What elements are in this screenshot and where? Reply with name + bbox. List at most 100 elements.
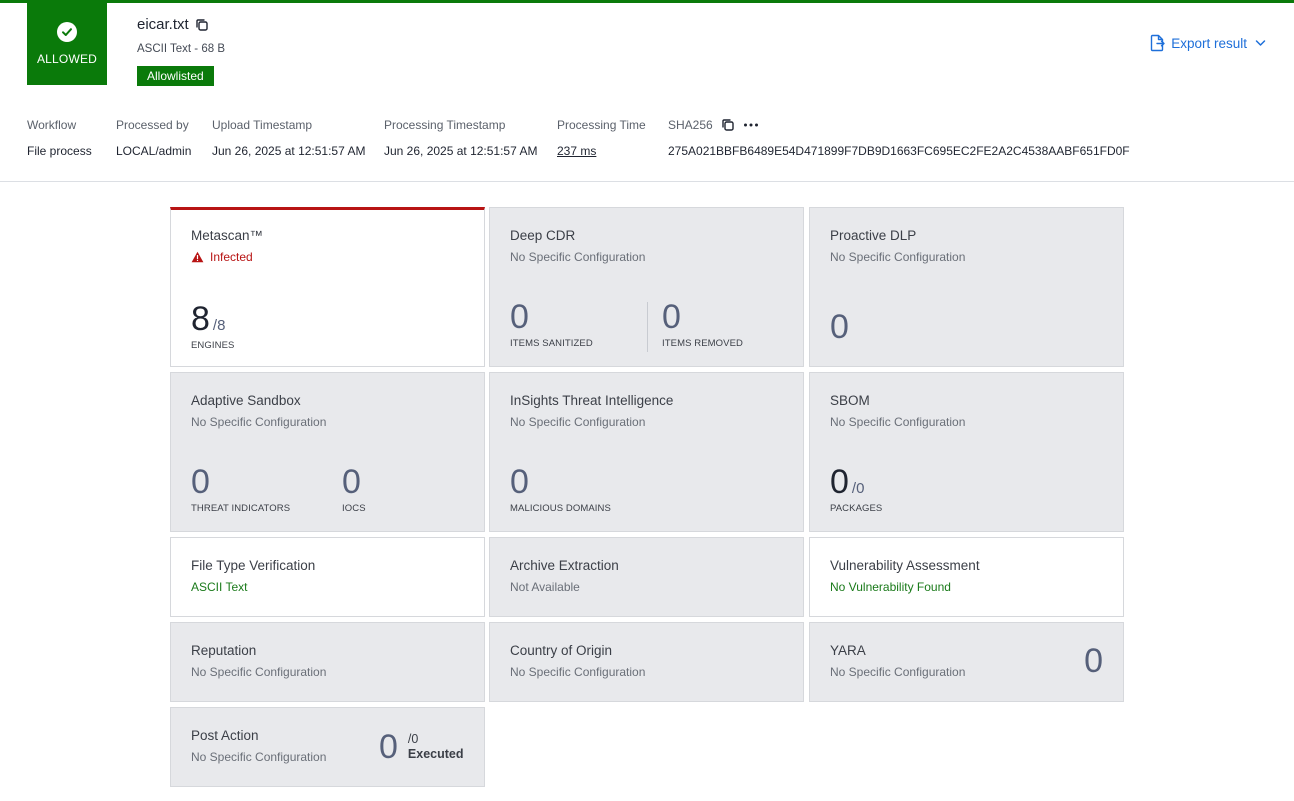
card-title: Metascan™ bbox=[191, 228, 264, 243]
card-subtitle: ASCII Text bbox=[191, 580, 248, 594]
dlp-count: 0 bbox=[830, 308, 849, 346]
upload-timestamp-value: Jun 26, 2025 at 12:51:57 AM bbox=[212, 144, 366, 158]
card-title: Adaptive Sandbox bbox=[191, 393, 301, 408]
card-title: Vulnerability Assessment bbox=[830, 558, 980, 573]
card-subtitle: No Vulnerability Found bbox=[830, 580, 951, 594]
verdict-label: ALLOWED bbox=[36, 52, 98, 66]
chevron-down-icon bbox=[1255, 39, 1266, 47]
warning-icon bbox=[191, 251, 204, 263]
card-title: InSights Threat Intelligence bbox=[510, 393, 674, 408]
card-subtitle: No Specific Configuration bbox=[510, 250, 646, 264]
threat-indicators-caption: THREAT INDICATORS bbox=[191, 503, 291, 514]
malicious-domains-count: 0 bbox=[510, 463, 529, 501]
card-adaptive-sandbox[interactable]: Adaptive Sandbox No Specific Configurati… bbox=[170, 372, 485, 532]
packages-caption: PACKAGES bbox=[830, 503, 883, 514]
card-proactive-dlp[interactable]: Proactive DLP No Specific Configuration … bbox=[809, 207, 1124, 367]
export-file-icon bbox=[1149, 34, 1165, 52]
threat-indicators-stat: 0 THREAT INDICATORS bbox=[191, 465, 290, 514]
items-removed-count: 0 bbox=[662, 298, 681, 336]
card-subtitle: No Specific Configuration bbox=[830, 415, 966, 429]
card-title: Country of Origin bbox=[510, 643, 613, 658]
processing-time-label: Processing Time bbox=[557, 118, 646, 132]
packages-count: 0 bbox=[830, 463, 849, 501]
workflow-label: Workflow bbox=[27, 118, 77, 132]
copy-icon[interactable] bbox=[195, 18, 209, 32]
export-result-label: Export result bbox=[1171, 35, 1247, 51]
card-title: Proactive DLP bbox=[830, 228, 917, 243]
items-sanitized-count: 0 bbox=[510, 298, 529, 336]
card-title: SBOM bbox=[830, 393, 870, 408]
post-action-stat: 0 /0 Executed bbox=[379, 730, 464, 764]
sha256-value: 275A021BBFB6489E54D471899F7DB9D1663FC695… bbox=[668, 144, 1130, 158]
allowlisted-badge: Allowlisted bbox=[137, 66, 214, 86]
card-vulnerability-assessment[interactable]: Vulnerability Assessment No Vulnerabilit… bbox=[809, 537, 1124, 617]
status-infected: Infected bbox=[191, 250, 464, 264]
upload-timestamp-field: Upload Timestamp Jun 26, 2025 at 12:51:5… bbox=[212, 118, 365, 158]
card-title: Deep CDR bbox=[510, 228, 576, 243]
export-result-button[interactable]: Export result bbox=[1149, 34, 1266, 52]
more-options-icon[interactable] bbox=[743, 122, 759, 128]
card-subtitle: No Specific Configuration bbox=[191, 415, 327, 429]
card-title: File Type Verification bbox=[191, 558, 316, 573]
workflow-value: File process bbox=[27, 144, 92, 158]
engines-stat: 8/8 ENGINES bbox=[191, 302, 234, 351]
malicious-domains-caption: MALICIOUS DOMAINS bbox=[510, 503, 611, 514]
file-name-text: eicar.txt bbox=[137, 16, 189, 33]
processing-timestamp-field: Processing Timestamp Jun 26, 2025 at 12:… bbox=[384, 118, 537, 158]
card-subtitle: No Specific Configuration bbox=[191, 665, 327, 679]
items-removed-stat: 0 ITEMS REMOVED bbox=[662, 300, 743, 349]
card-subtitle: No Specific Configuration bbox=[510, 665, 646, 679]
processing-timestamp-value: Jun 26, 2025 at 12:51:57 AM bbox=[384, 144, 538, 158]
file-name: eicar.txt bbox=[137, 16, 209, 33]
processing-time-link[interactable]: 237 ms bbox=[557, 144, 646, 158]
processed-by-field: Processed by LOCAL/admin bbox=[116, 118, 191, 158]
check-circle-icon bbox=[57, 22, 77, 42]
card-file-type-verification[interactable]: File Type Verification ASCII Text bbox=[170, 537, 485, 617]
post-action-executed-label: Executed bbox=[407, 747, 464, 761]
status-label: Infected bbox=[210, 250, 253, 264]
card-subtitle: Not Available bbox=[510, 580, 580, 594]
packages-total: /0 bbox=[851, 480, 865, 497]
malicious-domains-stat: 0 MALICIOUS DOMAINS bbox=[510, 465, 611, 514]
sha256-label: SHA256 bbox=[668, 118, 713, 132]
stat-divider bbox=[647, 302, 648, 352]
card-yara[interactable]: YARA No Specific Configuration 0 bbox=[809, 622, 1124, 702]
processing-timestamp-label: Processing Timestamp bbox=[384, 118, 506, 132]
items-removed-caption: ITEMS REMOVED bbox=[662, 338, 744, 349]
iocs-stat: 0 IOCS bbox=[342, 465, 366, 514]
dlp-stat: 0 bbox=[830, 310, 849, 344]
packages-stat: 0/0 PACKAGES bbox=[830, 465, 882, 514]
card-subtitle: No Specific Configuration bbox=[510, 415, 646, 429]
card-sbom[interactable]: SBOM No Specific Configuration 0/0 PACKA… bbox=[809, 372, 1124, 532]
processing-time-field: Processing Time 237 ms bbox=[557, 118, 646, 158]
verdict-box: ALLOWED bbox=[27, 3, 107, 85]
post-action-count: 0 bbox=[379, 728, 398, 766]
card-archive-extraction[interactable]: Archive Extraction Not Available bbox=[489, 537, 804, 617]
threat-indicators-count: 0 bbox=[191, 463, 210, 501]
copy-sha256-icon[interactable] bbox=[721, 118, 735, 132]
processed-by-label: Processed by bbox=[116, 118, 189, 132]
card-reputation[interactable]: Reputation No Specific Configuration bbox=[170, 622, 485, 702]
verdict-stripe bbox=[0, 0, 1294, 3]
sha256-field: SHA256 275A021BBFB6489E54D471899F7DB9D16… bbox=[668, 118, 1130, 158]
card-subtitle: No Specific Configuration bbox=[830, 665, 966, 679]
file-metadata-row: Workflow File process Processed by LOCAL… bbox=[0, 118, 1294, 158]
yara-count: 0 bbox=[1084, 642, 1103, 680]
file-meta: ASCII Text - 68 B bbox=[137, 43, 225, 55]
card-subtitle: No Specific Configuration bbox=[830, 250, 966, 264]
iocs-count: 0 bbox=[342, 463, 361, 501]
card-deep-cdr[interactable]: Deep CDR No Specific Configuration 0 ITE… bbox=[489, 207, 804, 367]
items-sanitized-stat: 0 ITEMS SANITIZED bbox=[510, 300, 593, 349]
post-action-total: /0 bbox=[407, 732, 419, 746]
card-post-action[interactable]: Post Action No Specific Configuration 0 … bbox=[170, 707, 485, 787]
card-metascan[interactable]: Metascan™ Infected 8/8 ENGINES bbox=[170, 207, 485, 367]
card-insights-threat-intelligence[interactable]: InSights Threat Intelligence No Specific… bbox=[489, 372, 804, 532]
processed-by-value: LOCAL/admin bbox=[116, 144, 192, 158]
card-title: YARA bbox=[830, 643, 866, 658]
engines-total: /8 bbox=[212, 317, 226, 334]
header-divider bbox=[0, 181, 1294, 182]
upload-timestamp-label: Upload Timestamp bbox=[212, 118, 313, 132]
card-title: Reputation bbox=[191, 643, 257, 658]
card-country-of-origin[interactable]: Country of Origin No Specific Configurat… bbox=[489, 622, 804, 702]
engines-count: 8 bbox=[191, 300, 210, 338]
